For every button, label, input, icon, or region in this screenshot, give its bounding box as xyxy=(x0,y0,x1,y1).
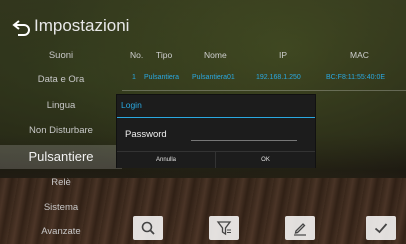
dialog-button-row: Annulla OK xyxy=(117,151,315,168)
sidebar-item-pulsantiere[interactable]: Pulsantiere xyxy=(0,145,122,169)
check-icon xyxy=(374,223,388,234)
cell-no: 1 xyxy=(132,74,136,81)
column-nome: Nome xyxy=(204,50,227,60)
column-mac: MAC xyxy=(350,50,369,60)
page-title: Impostazioni xyxy=(34,16,130,35)
column-no: No. xyxy=(130,50,144,60)
cancel-button[interactable]: Annulla xyxy=(117,152,216,168)
dialog-title-divider xyxy=(117,117,315,118)
edit-icon xyxy=(294,223,306,236)
confirm-button[interactable] xyxy=(366,216,396,240)
table-row[interactable]: 1 Pulsantiera Pulsantiera01 192.168.1.25… xyxy=(122,74,406,88)
sidebar-item-non-disturbare[interactable]: Non Disturbare xyxy=(0,119,122,143)
ok-button[interactable]: OK xyxy=(216,152,315,168)
password-input[interactable] xyxy=(191,127,297,141)
sidebar-item-suoni[interactable]: Suoni xyxy=(0,44,122,68)
search-button[interactable] xyxy=(133,216,163,240)
filter-button[interactable] xyxy=(209,216,239,240)
sidebar-item-lingua[interactable]: Lingua xyxy=(0,94,122,118)
sidebar-item-data-ora[interactable]: Data e Ora xyxy=(0,68,122,92)
edit-button[interactable] xyxy=(285,216,315,240)
row-divider xyxy=(122,90,406,91)
dialog-title: Login xyxy=(121,100,142,110)
table-header: No. Tipo Nome IP MAC xyxy=(122,46,406,66)
cell-mac: BC:F8:11:55:40:0E xyxy=(326,74,386,81)
sidebar-item-rele[interactable]: Relè xyxy=(0,171,122,195)
dialog-title-bar: Login xyxy=(117,95,315,117)
login-dialog: Login Password Annulla OK xyxy=(116,94,316,168)
header: Impostazioni xyxy=(0,0,406,46)
cell-tipo: Pulsantiera xyxy=(144,74,180,81)
filter-icon xyxy=(216,221,232,236)
sidebar: Suoni Data e Ora Lingua Non Disturbare P… xyxy=(0,44,122,244)
column-ip: IP xyxy=(279,50,288,60)
back-icon[interactable] xyxy=(10,16,34,40)
cell-nome: Pulsantiera01 xyxy=(192,74,235,81)
sidebar-item-sistema[interactable]: Sistema xyxy=(0,196,122,220)
cell-ip: 192.168.1.250 xyxy=(256,74,301,81)
column-tipo: Tipo xyxy=(156,50,173,60)
password-label: Password xyxy=(125,129,167,140)
search-icon xyxy=(141,221,155,235)
sidebar-item-avanzate[interactable]: Avanzate xyxy=(0,220,122,244)
